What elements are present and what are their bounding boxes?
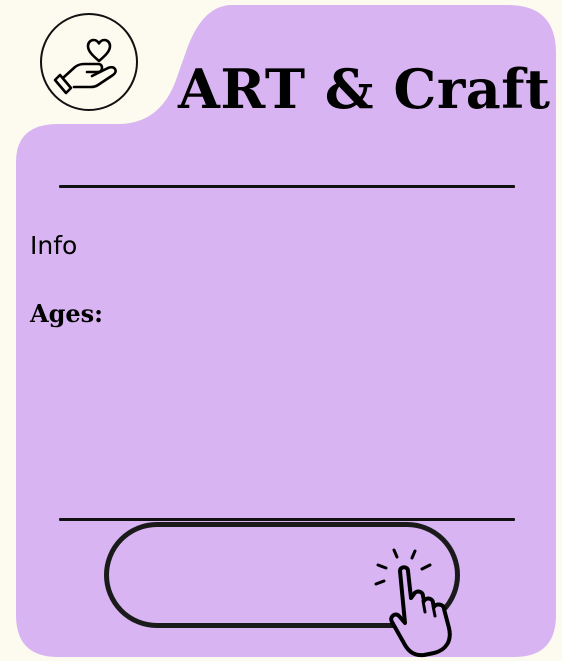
top-divider: [59, 185, 515, 188]
card-title: ART & Craft: [178, 57, 551, 121]
hand-holding-heart-icon: [53, 38, 117, 95]
bottom-divider: [59, 518, 515, 521]
ages-label: Ages:: [30, 299, 104, 328]
logo: [40, 13, 138, 111]
pointing-hand-icon: [374, 548, 452, 658]
info-text: Info: [30, 231, 78, 260]
art-craft-card: ART & Craft Info Ages:: [0, 0, 562, 661]
